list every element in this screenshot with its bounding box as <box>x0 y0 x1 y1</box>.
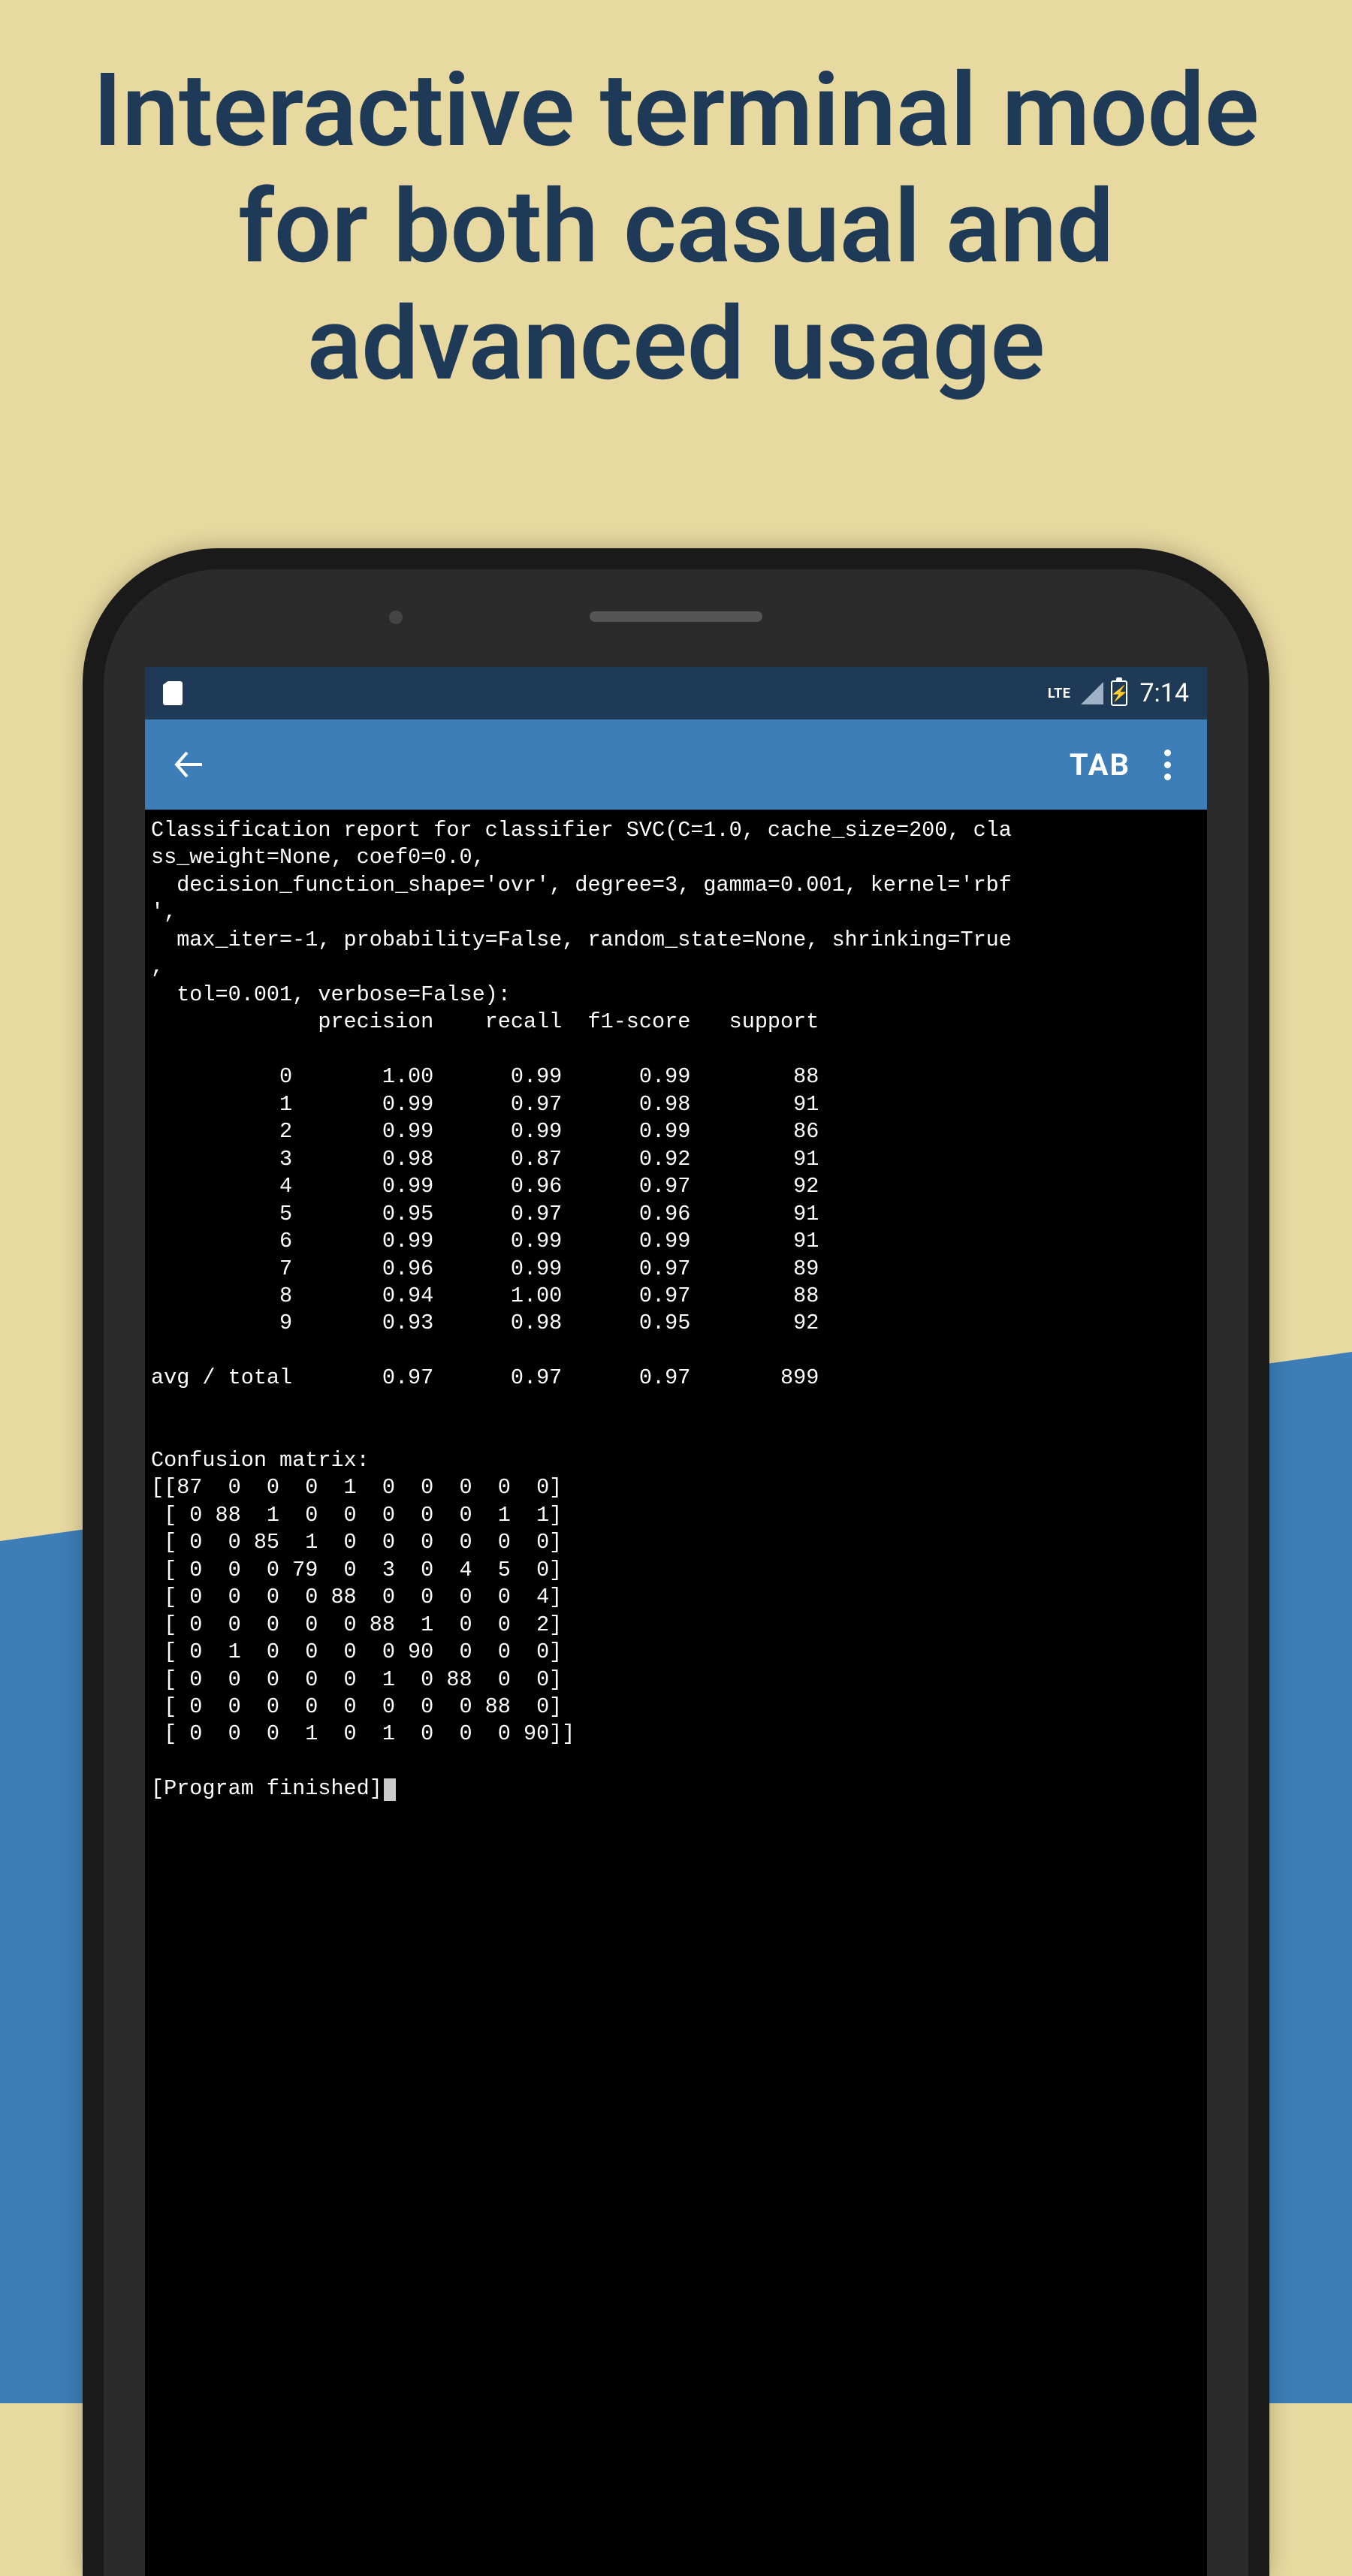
overflow-menu-button[interactable] <box>1148 746 1186 783</box>
dots-vertical-icon <box>1164 750 1171 756</box>
arrow-left-icon <box>172 748 205 781</box>
phone-frame: LTE ⚡ 7:14 TAB <box>83 548 1269 2576</box>
promo-headline: Interactive terminal mode for both casua… <box>0 53 1352 403</box>
signal-icon <box>1081 682 1103 704</box>
phone-sensor <box>389 611 403 624</box>
phone-inner-frame: LTE ⚡ 7:14 TAB <box>104 569 1248 2576</box>
phone-screen: LTE ⚡ 7:14 TAB <box>145 667 1207 2576</box>
app-bar: TAB <box>145 719 1207 810</box>
tab-button[interactable]: TAB <box>1070 747 1130 783</box>
phone-speaker <box>590 611 762 622</box>
clock: 7:14 <box>1139 678 1189 708</box>
sd-card-icon <box>163 681 183 705</box>
network-label: LTE <box>1048 686 1071 701</box>
terminal-output[interactable]: Classification report for classifier SVC… <box>145 810 1207 2576</box>
back-button[interactable] <box>166 742 211 787</box>
status-bar: LTE ⚡ 7:14 <box>145 667 1207 719</box>
battery-charging-icon: ⚡ <box>1111 680 1127 706</box>
terminal-cursor <box>384 1778 396 1801</box>
